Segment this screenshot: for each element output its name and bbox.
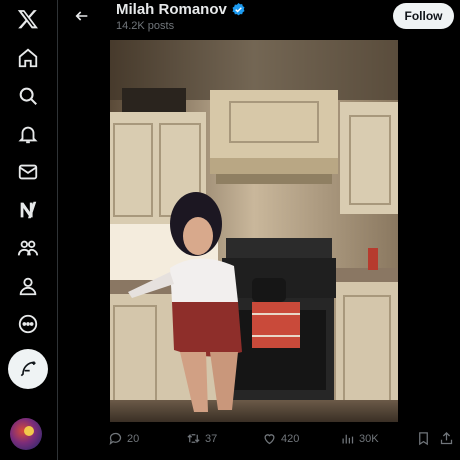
reply-icon: [109, 432, 122, 445]
account-avatar[interactable]: [10, 418, 42, 450]
x-logo-icon[interactable]: [14, 5, 42, 33]
more-circle-icon[interactable]: [14, 310, 42, 338]
repost-button[interactable]: 37: [186, 431, 217, 446]
views-chart-icon: [342, 434, 354, 444]
follow-button[interactable]: Follow: [393, 3, 454, 29]
profile-header: Milah Romanov 14.2K posts Follow: [59, 0, 460, 38]
profile-icon[interactable]: [14, 272, 42, 300]
profile-name: Milah Romanov: [116, 1, 227, 18]
notifications-bell-icon[interactable]: [14, 120, 42, 148]
post-media-image[interactable]: [110, 40, 398, 422]
bookmark-icon: [419, 432, 428, 446]
reply-button[interactable]: 20: [108, 431, 139, 446]
heart-icon: [264, 434, 275, 445]
verified-badge-icon: [232, 2, 245, 16]
sidebar-nav: [0, 0, 58, 460]
messages-envelope-icon[interactable]: [14, 158, 42, 186]
share-icon: [440, 431, 453, 445]
home-icon[interactable]: [14, 44, 42, 72]
arrow-left-icon: [75, 11, 88, 21]
bookmark-button[interactable]: [416, 431, 431, 446]
grok-icon[interactable]: [14, 196, 42, 224]
profile-name-row: Milah Romanov: [116, 1, 246, 18]
compose-post-button[interactable]: [8, 349, 48, 389]
search-icon[interactable]: [14, 82, 42, 110]
back-button[interactable]: [71, 5, 93, 27]
posts-count: 14.2K posts: [116, 20, 175, 32]
like-count: 420: [281, 432, 300, 445]
communities-icon[interactable]: [14, 234, 42, 262]
reply-count: 20: [127, 432, 140, 445]
feather-post-icon: [20, 361, 36, 377]
repost-count: 37: [205, 432, 218, 445]
post-action-bar: 20 37 420 30K: [59, 428, 460, 454]
views-button[interactable]: 30K: [340, 431, 379, 446]
repost-icon: [187, 433, 200, 444]
views-count: 30K: [359, 432, 379, 445]
share-button[interactable]: [439, 431, 454, 446]
like-button[interactable]: 420: [262, 431, 299, 446]
